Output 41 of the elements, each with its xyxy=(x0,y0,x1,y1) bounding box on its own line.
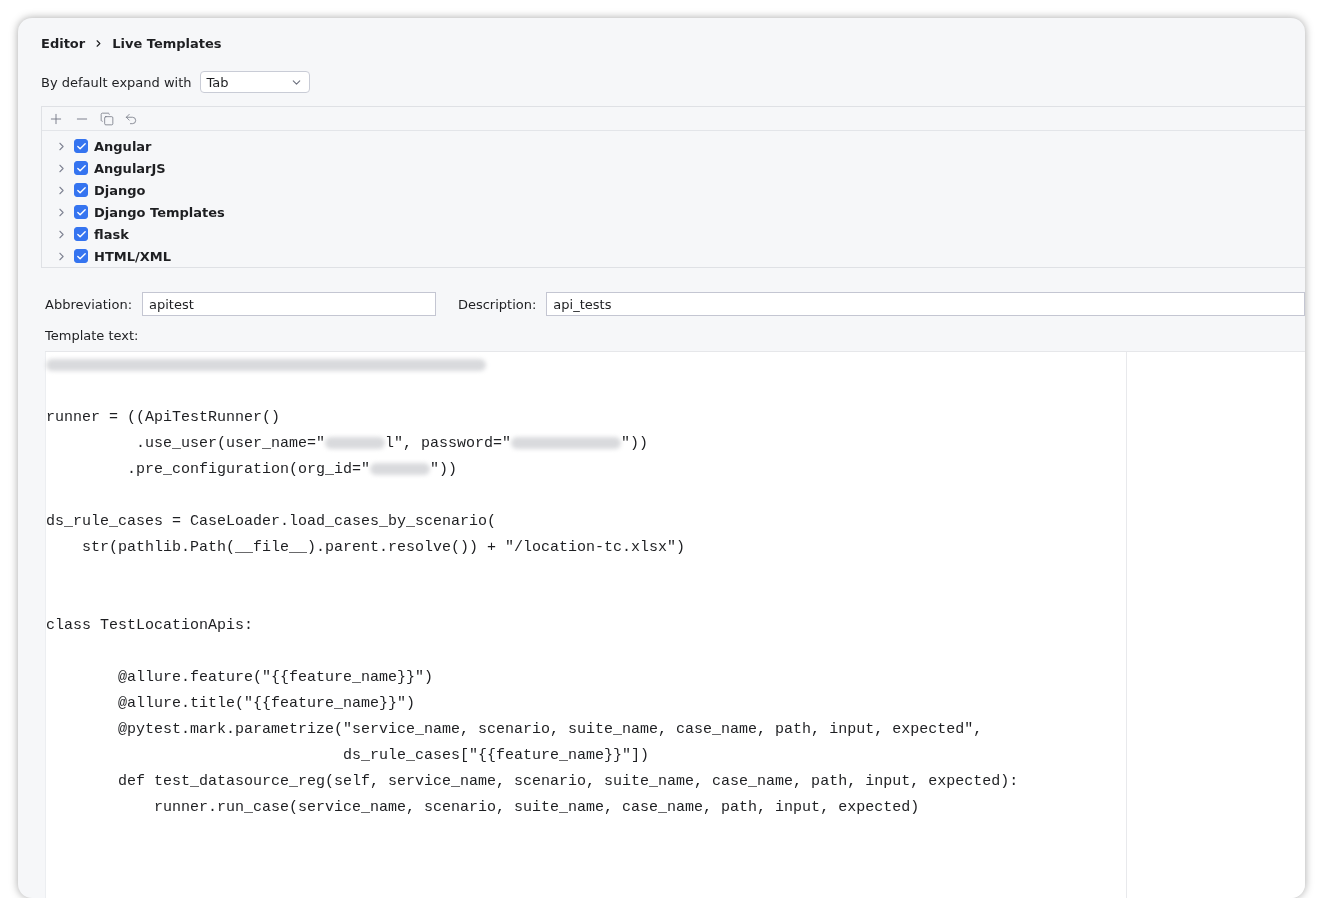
code-text: .use_user(user_name=" xyxy=(135,434,326,452)
group-checkbox[interactable] xyxy=(74,183,88,197)
code-text: @pytest.mark.parametrize("service_name, scenario, suite_name, case_name, path, input, expected", xyxy=(117,720,983,738)
group-label[interactable]: Django Templates xyxy=(94,204,225,220)
code-text: ")) xyxy=(430,460,458,478)
abbreviation-field[interactable]: apitest xyxy=(142,292,436,316)
group-checkbox[interactable] xyxy=(74,161,88,175)
code-text: str(pathlib.Path(__file__).parent.resolve()) + "/location-tc.xlsx") xyxy=(81,538,686,556)
code-text: class TestLocationApis: xyxy=(46,616,254,634)
code-text: @allure.feature("{{feature_name}}") xyxy=(117,668,434,686)
group-checkbox[interactable] xyxy=(74,227,88,241)
code-text: def test_datasource_reg(self, service_name, scenario, suite_name, case_name, path, input, expected): xyxy=(117,772,1019,790)
code-text: runner = ((ApiTestRunner() xyxy=(46,408,281,426)
redacted-blur xyxy=(325,437,386,449)
expand-label: By default expand with xyxy=(41,74,192,90)
group-checkbox[interactable] xyxy=(74,139,88,153)
group-label[interactable]: Django xyxy=(94,182,146,198)
template-editor[interactable] xyxy=(45,351,1305,898)
breadcrumb-item: Live Templates xyxy=(112,36,222,51)
breadcrumb-item[interactable]: Editor xyxy=(41,36,86,51)
description-field[interactable]: api_tests xyxy=(546,292,1305,316)
redacted-blur xyxy=(370,463,431,475)
code-text: @allure.title("{{feature_name}}") xyxy=(117,694,416,712)
undo-icon[interactable] xyxy=(124,111,138,126)
abbreviation-label: Abbreviation: xyxy=(45,296,132,312)
group-label[interactable]: HTML/XML xyxy=(94,248,171,264)
group-label[interactable]: AngularJS xyxy=(94,160,166,176)
expand-dropdown[interactable]: Tab xyxy=(199,71,310,93)
code-text: ds_rule_cases = CaseLoader.load_cases_by_scenario( xyxy=(46,512,497,530)
group-checkbox[interactable] xyxy=(74,205,88,219)
group-label[interactable]: flask xyxy=(94,226,129,242)
code-text: l", password=" xyxy=(385,434,512,452)
code-text: runner.run_case(service_name, scenario, suite_name, case_name, path, input, expected) xyxy=(153,798,920,816)
code-text: .pre_configuration(org_id=" xyxy=(126,460,371,478)
code-text: ")) xyxy=(621,434,649,452)
description-label: Description: xyxy=(457,296,537,312)
group-label[interactable]: Angular xyxy=(94,138,152,154)
copy-icon[interactable] xyxy=(100,111,114,126)
template-text-label: Template text: xyxy=(45,328,139,343)
code-text: ds_rule_cases["{{feature_name}}"]) xyxy=(342,746,650,764)
group-checkbox[interactable] xyxy=(74,249,88,263)
